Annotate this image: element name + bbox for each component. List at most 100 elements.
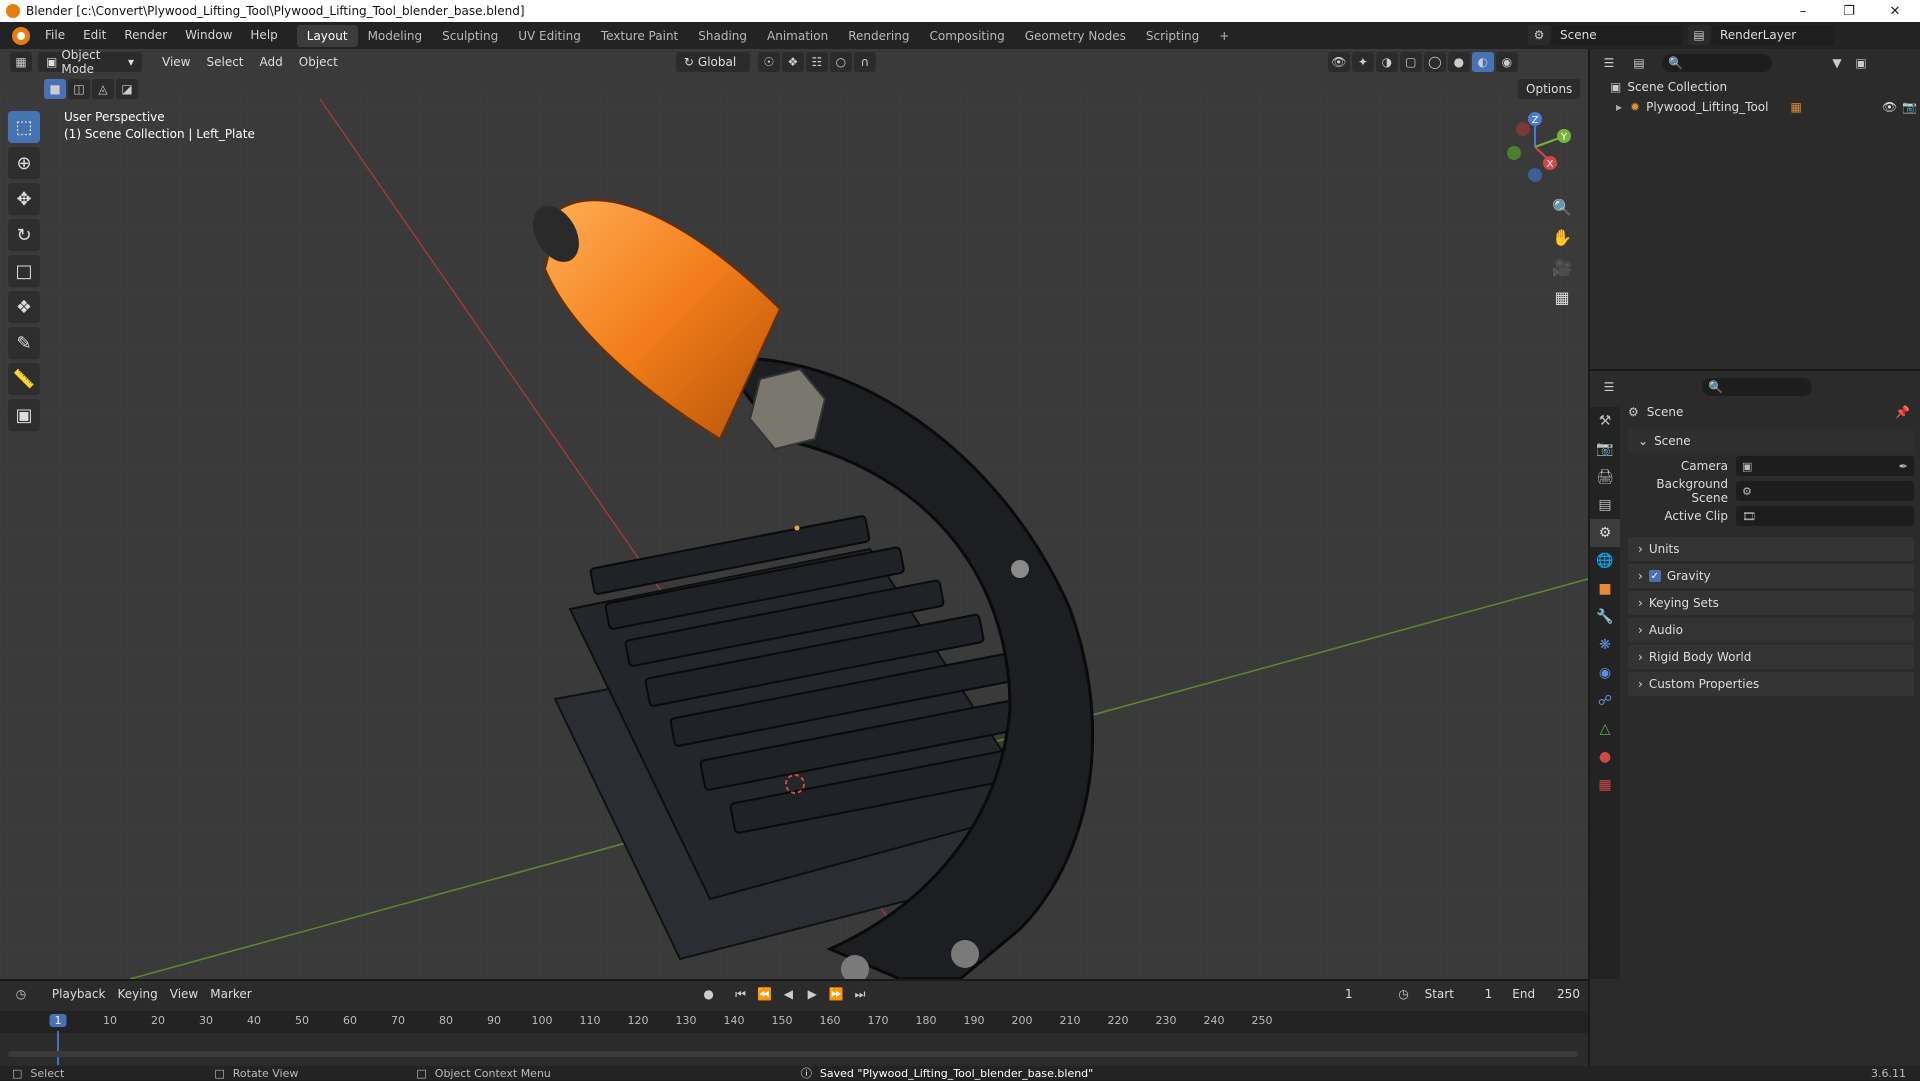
scene-tab-icon[interactable]: ⚙ (1590, 519, 1620, 547)
material-shading-icon[interactable]: ◐ (1471, 52, 1494, 72)
background-scene-field[interactable]: ⚙ (1736, 481, 1914, 501)
object-tab-icon[interactable]: ■ (1590, 575, 1620, 603)
timeline-editor-icon[interactable]: ◷ (10, 984, 32, 1004)
panel-audio[interactable]: › Audio (1628, 618, 1914, 642)
menu-file[interactable]: File (36, 22, 74, 49)
texture-tab-icon[interactable]: ▦ (1590, 771, 1620, 799)
active-clip-field[interactable]: 🎞 (1736, 506, 1914, 526)
tab-modeling[interactable]: Modeling (358, 25, 433, 47)
tab-compositing[interactable]: Compositing (919, 25, 1014, 47)
current-frame-field[interactable]: 1 (1312, 984, 1385, 1004)
view-layer-icon[interactable]: ▤ (1688, 25, 1710, 45)
navigation-gizmo[interactable]: Z Y X (1490, 107, 1580, 187)
expand-arrow-icon[interactable]: ▸ (1616, 100, 1622, 114)
tab-geometry-nodes[interactable]: Geometry Nodes (1015, 25, 1136, 47)
end-frame-field[interactable]: End 250 (1504, 984, 1588, 1004)
gizmo-toggle-icon[interactable]: ✦ (1351, 52, 1374, 72)
select-invert-icon[interactable]: ◪ (116, 79, 138, 99)
gravity-checkbox[interactable]: ✓ (1648, 570, 1661, 582)
properties-search-input[interactable]: 🔍 (1702, 378, 1812, 396)
close-button[interactable]: ✕ (1872, 0, 1918, 22)
view-layer-tab-icon[interactable]: ▤ (1590, 491, 1620, 519)
playhead[interactable] (57, 1031, 59, 1065)
maximize-button[interactable]: ❐ (1826, 0, 1872, 22)
properties-editor-icon[interactable]: ☰ (1598, 377, 1620, 397)
new-collection-icon[interactable]: ▣ (1850, 53, 1872, 73)
snap-target-icon[interactable]: ☷ (805, 52, 828, 72)
tool-tab-icon[interactable]: ⚒ (1590, 407, 1620, 435)
rotate-tool-icon[interactable]: ↻ (8, 219, 40, 251)
select-extend-icon[interactable]: ◫ (68, 79, 90, 99)
proportional-edit-icon[interactable]: ○ (829, 52, 852, 72)
visibility-icon[interactable]: 👁 (1327, 52, 1350, 72)
record-icon[interactable]: ● (697, 984, 720, 1004)
clock-icon[interactable]: ◷ (1392, 984, 1415, 1004)
select-new-icon[interactable]: ■ (44, 79, 66, 99)
pivot-icon[interactable]: ☉ (757, 52, 780, 72)
panel-gravity[interactable]: › ✓ Gravity (1628, 564, 1914, 588)
add-workspace-button[interactable]: + (1209, 25, 1239, 47)
outliner-search-input[interactable]: 🔍 (1662, 54, 1772, 72)
play-icon[interactable]: ▶ (801, 984, 824, 1004)
display-mode-icon[interactable]: ▤ (1628, 53, 1650, 73)
world-tab-icon[interactable]: 🌐 (1590, 547, 1620, 575)
camera-view-icon[interactable]: 🎥 (1548, 253, 1576, 281)
camera-field[interactable]: ▣ ✒ (1736, 456, 1914, 476)
eyedropper-icon[interactable]: ✒ (1899, 460, 1908, 473)
grid-toggle-icon[interactable]: ▦ (1548, 283, 1576, 311)
tab-texture-paint[interactable]: Texture Paint (591, 25, 688, 47)
snap-icon[interactable]: ❖ (781, 52, 804, 72)
tab-animation[interactable]: Animation (757, 25, 838, 47)
timeline-menu-keying[interactable]: Keying (111, 987, 163, 1001)
render-tab-icon[interactable]: 📷 (1590, 435, 1620, 463)
timeline-menu-view[interactable]: View (164, 987, 204, 1001)
scene-selector[interactable]: Scene (1552, 25, 1682, 45)
prev-keyframe-icon[interactable]: ⏪ (753, 984, 776, 1004)
jump-end-icon[interactable]: ⏭ (849, 984, 871, 1004)
transform-tool-icon[interactable]: ❖ (8, 291, 40, 323)
modifier-tab-icon[interactable]: 🔧 (1590, 603, 1620, 631)
overlay-icon[interactable]: ◑ (1375, 52, 1398, 72)
pin-icon[interactable]: 📌 (1895, 405, 1910, 419)
orientation-dropdown[interactable]: ↻ Global (675, 52, 750, 72)
move-tool-icon[interactable]: ✥ (8, 183, 40, 215)
select-box-tool-icon[interactable]: ⬚ (8, 111, 40, 143)
data-tab-icon[interactable]: △ (1590, 715, 1620, 743)
pan-hand-icon[interactable]: ✋ (1548, 223, 1576, 251)
editor-type-icon[interactable]: ▦ (10, 52, 32, 72)
tab-rendering[interactable]: Rendering (838, 25, 919, 47)
tab-layout[interactable]: Layout (296, 24, 358, 47)
menu-window[interactable]: Window (176, 22, 241, 49)
blender-menu-icon[interactable] (12, 26, 30, 45)
tab-shading[interactable]: Shading (688, 25, 757, 47)
scene-icon[interactable]: ⚙ (1528, 25, 1550, 45)
minimize-button[interactable]: – (1780, 0, 1826, 22)
material-tab-icon[interactable]: ● (1590, 743, 1620, 771)
annotate-tool-icon[interactable]: ✎ (8, 327, 40, 359)
viewport-menu-add[interactable]: Add (252, 55, 291, 69)
filter-icon[interactable]: ▼ (1826, 53, 1848, 73)
panel-keying-sets[interactable]: › Keying Sets (1628, 591, 1914, 615)
rendered-shading-icon[interactable]: ◉ (1495, 52, 1518, 72)
xray-icon[interactable]: ▢ (1399, 52, 1422, 72)
viewport-menu-select[interactable]: Select (198, 55, 251, 69)
menu-render[interactable]: Render (115, 22, 176, 49)
play-reverse-icon[interactable]: ◀ (777, 984, 800, 1004)
panel-scene[interactable]: ⌄ Scene (1628, 429, 1914, 453)
menu-edit[interactable]: Edit (74, 22, 115, 49)
falloff-icon[interactable]: ∩ (853, 52, 876, 72)
3d-viewport[interactable]: ▦ ▣ Object Mode ▾ View Select Add Object… (0, 49, 1588, 979)
physics-tab-icon[interactable]: ◉ (1590, 659, 1620, 687)
start-frame-field[interactable]: Start 1 (1416, 984, 1501, 1004)
camera-render-icon[interactable]: 📷 (1902, 100, 1917, 114)
panel-custom-properties[interactable]: › Custom Properties (1628, 672, 1914, 696)
outliner-row-plywood[interactable]: ▸ ✹ Plywood_Lifting_Tool ▦ 👁 📷 (1616, 97, 1917, 117)
viewport-menu-object[interactable]: Object (291, 55, 346, 69)
measure-tool-icon[interactable]: 📏 (8, 363, 40, 395)
jump-start-icon[interactable]: ⏮ (729, 984, 752, 1004)
menu-help[interactable]: Help (241, 22, 286, 49)
constraints-tab-icon[interactable]: ☍ (1590, 687, 1620, 715)
timeline-ruler[interactable]: 1 10 20 30 40 50 60 70 80 90 100 110 120 130 140 150 160… (0, 1011, 1588, 1065)
cursor-tool-icon[interactable]: ⊕ (8, 147, 40, 179)
tab-scripting[interactable]: Scripting (1136, 25, 1209, 47)
